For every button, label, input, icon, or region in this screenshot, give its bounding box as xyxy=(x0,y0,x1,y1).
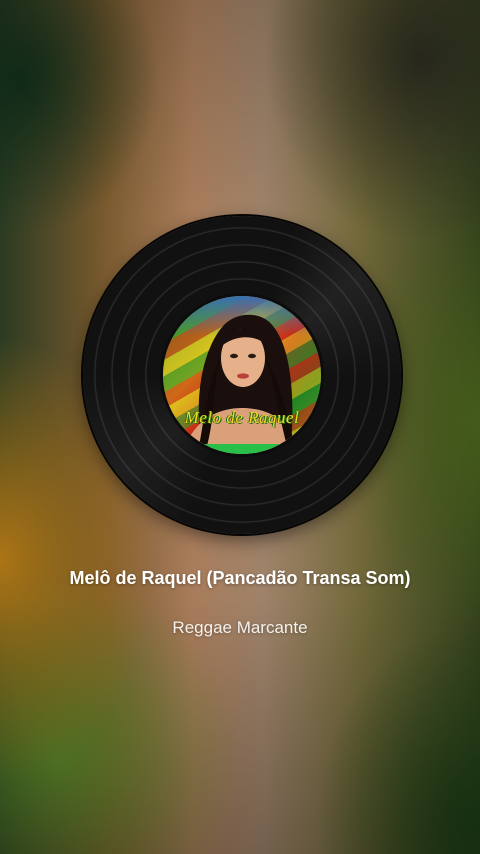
track-artist[interactable]: Reggae Marcante xyxy=(40,617,440,639)
vinyl-record-icon[interactable]: Melo de Raquel xyxy=(83,216,401,534)
album-art-portrait xyxy=(183,314,301,454)
now-playing-screen: Melo de Raquel Melô de Raquel (Pancadão … xyxy=(0,0,480,854)
album-art-caption: Melo de Raquel xyxy=(184,408,300,427)
album-art-top-garment xyxy=(203,444,281,454)
album-art: Melo de Raquel xyxy=(163,296,321,454)
track-title: Melô de Raquel (Pancadão Transa Som) xyxy=(69,568,411,588)
